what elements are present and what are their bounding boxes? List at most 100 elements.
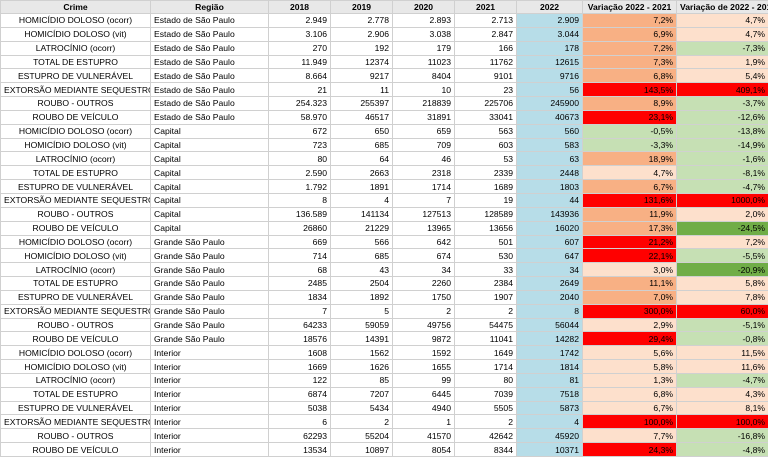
cell-2022[interactable]: 245900 [517, 97, 583, 111]
cell-2022[interactable]: 56044 [517, 318, 583, 332]
cell-2021[interactable]: 530 [455, 249, 517, 263]
cell-crime[interactable]: EXTORSÃO MEDIANTE SEQUESTRO [1, 83, 151, 97]
cell-variacao-2022-2021[interactable]: 11,9% [583, 207, 677, 221]
cell-crime[interactable]: ROUBO - OUTROS [1, 207, 151, 221]
cell-2018[interactable]: 254.323 [269, 97, 331, 111]
cell-2018[interactable]: 62293 [269, 429, 331, 443]
cell-regiao[interactable]: Estado de São Paulo [151, 69, 269, 83]
cell-2021[interactable]: 1907 [455, 290, 517, 304]
cell-2020[interactable]: 4940 [393, 401, 455, 415]
cell-variacao-2022-2021[interactable]: 21,2% [583, 235, 677, 249]
cell-regiao[interactable]: Estado de São Paulo [151, 83, 269, 97]
cell-2022[interactable]: 2.909 [517, 14, 583, 28]
cell-2021[interactable]: 54475 [455, 318, 517, 332]
cell-2022[interactable]: 5873 [517, 401, 583, 415]
cell-2022[interactable]: 40673 [517, 110, 583, 124]
cell-2019[interactable]: 2663 [331, 166, 393, 180]
cell-2020[interactable]: 218839 [393, 97, 455, 111]
cell-2019[interactable]: 7207 [331, 387, 393, 401]
cell-2020[interactable]: 127513 [393, 207, 455, 221]
cell-2019[interactable]: 566 [331, 235, 393, 249]
cell-crime[interactable]: ESTUPRO DE VULNERÁVEL [1, 180, 151, 194]
cell-2018[interactable]: 1834 [269, 290, 331, 304]
cell-2020[interactable]: 49756 [393, 318, 455, 332]
cell-2021[interactable]: 563 [455, 124, 517, 138]
cell-2020[interactable]: 1750 [393, 290, 455, 304]
cell-2022[interactable]: 143936 [517, 207, 583, 221]
cell-2019[interactable]: 2.778 [331, 14, 393, 28]
cell-crime[interactable]: LATROCÍNIO (ocorr) [1, 263, 151, 277]
cell-variacao-2022-2019[interactable]: 8,1% [677, 401, 768, 415]
cell-variacao-2022-2019[interactable]: 4,7% [677, 14, 768, 28]
cell-2022[interactable]: 14282 [517, 332, 583, 346]
cell-2018[interactable]: 21 [269, 83, 331, 97]
cell-variacao-2022-2019[interactable]: -4,8% [677, 443, 768, 457]
cell-2021[interactable]: 33041 [455, 110, 517, 124]
cell-regiao[interactable]: Capital [151, 166, 269, 180]
cell-variacao-2022-2021[interactable]: 3,0% [583, 263, 677, 277]
cell-2021[interactable]: 501 [455, 235, 517, 249]
cell-2019[interactable]: 64 [331, 152, 393, 166]
cell-2019[interactable]: 1891 [331, 180, 393, 194]
cell-2021[interactable]: 11041 [455, 332, 517, 346]
cell-2021[interactable]: 166 [455, 41, 517, 55]
cell-2019[interactable]: 59059 [331, 318, 393, 332]
cell-2018[interactable]: 6874 [269, 387, 331, 401]
header-variacao-2022-2021[interactable]: Variação 2022 - 2021 [583, 1, 677, 14]
cell-2022[interactable]: 4 [517, 415, 583, 429]
cell-2019[interactable]: 5 [331, 304, 393, 318]
cell-2021[interactable]: 80 [455, 373, 517, 387]
cell-regiao[interactable]: Interior [151, 443, 269, 457]
cell-2021[interactable]: 225706 [455, 97, 517, 111]
cell-crime[interactable]: HOMICÍDIO DOLOSO (vit) [1, 27, 151, 41]
cell-crime[interactable]: ROUBO DE VEÍCULO [1, 332, 151, 346]
cell-crime[interactable]: TOTAL DE ESTUPRO [1, 277, 151, 291]
cell-variacao-2022-2019[interactable]: 4,7% [677, 27, 768, 41]
cell-crime[interactable]: HOMICÍDIO DOLOSO (ocorr) [1, 346, 151, 360]
cell-2018[interactable]: 80 [269, 152, 331, 166]
cell-2019[interactable]: 9217 [331, 69, 393, 83]
cell-2021[interactable]: 603 [455, 138, 517, 152]
cell-2019[interactable]: 14391 [331, 332, 393, 346]
cell-2022[interactable]: 2448 [517, 166, 583, 180]
cell-regiao[interactable]: Capital [151, 207, 269, 221]
cell-variacao-2022-2019[interactable]: 11,6% [677, 360, 768, 374]
cell-2020[interactable]: 1592 [393, 346, 455, 360]
cell-2020[interactable]: 179 [393, 41, 455, 55]
cell-2022[interactable]: 178 [517, 41, 583, 55]
cell-2018[interactable]: 26860 [269, 221, 331, 235]
cell-2022[interactable]: 560 [517, 124, 583, 138]
cell-2022[interactable]: 1814 [517, 360, 583, 374]
cell-2022[interactable]: 34 [517, 263, 583, 277]
header-regiao[interactable]: Região [151, 1, 269, 14]
cell-variacao-2022-2021[interactable]: 6,9% [583, 27, 677, 41]
cell-2018[interactable]: 6 [269, 415, 331, 429]
cell-2019[interactable]: 55204 [331, 429, 393, 443]
header-variacao-2022-2019[interactable]: Variação de 2022 - 2019 [677, 1, 768, 14]
cell-2021[interactable]: 11762 [455, 55, 517, 69]
cell-2018[interactable]: 7 [269, 304, 331, 318]
cell-2018[interactable]: 669 [269, 235, 331, 249]
cell-2021[interactable]: 2.847 [455, 27, 517, 41]
cell-2022[interactable]: 2040 [517, 290, 583, 304]
cell-regiao[interactable]: Interior [151, 373, 269, 387]
cell-2022[interactable]: 9716 [517, 69, 583, 83]
cell-variacao-2022-2021[interactable]: 300,0% [583, 304, 677, 318]
cell-variacao-2022-2019[interactable]: 1,9% [677, 55, 768, 69]
cell-2021[interactable]: 13656 [455, 221, 517, 235]
cell-crime[interactable]: LATROCÍNIO (ocorr) [1, 41, 151, 55]
cell-variacao-2022-2021[interactable]: 24,3% [583, 443, 677, 457]
cell-variacao-2022-2021[interactable]: 1,3% [583, 373, 677, 387]
cell-variacao-2022-2021[interactable]: 6,8% [583, 69, 677, 83]
cell-variacao-2022-2021[interactable]: 8,9% [583, 97, 677, 111]
cell-2021[interactable]: 1689 [455, 180, 517, 194]
cell-variacao-2022-2021[interactable]: 143,5% [583, 83, 677, 97]
cell-2018[interactable]: 13534 [269, 443, 331, 457]
cell-variacao-2022-2021[interactable]: 11,1% [583, 277, 677, 291]
cell-regiao[interactable]: Interior [151, 360, 269, 374]
cell-2019[interactable]: 685 [331, 138, 393, 152]
cell-2022[interactable]: 647 [517, 249, 583, 263]
cell-regiao[interactable]: Interior [151, 387, 269, 401]
cell-2019[interactable]: 255397 [331, 97, 393, 111]
cell-crime[interactable]: HOMICÍDIO DOLOSO (ocorr) [1, 124, 151, 138]
